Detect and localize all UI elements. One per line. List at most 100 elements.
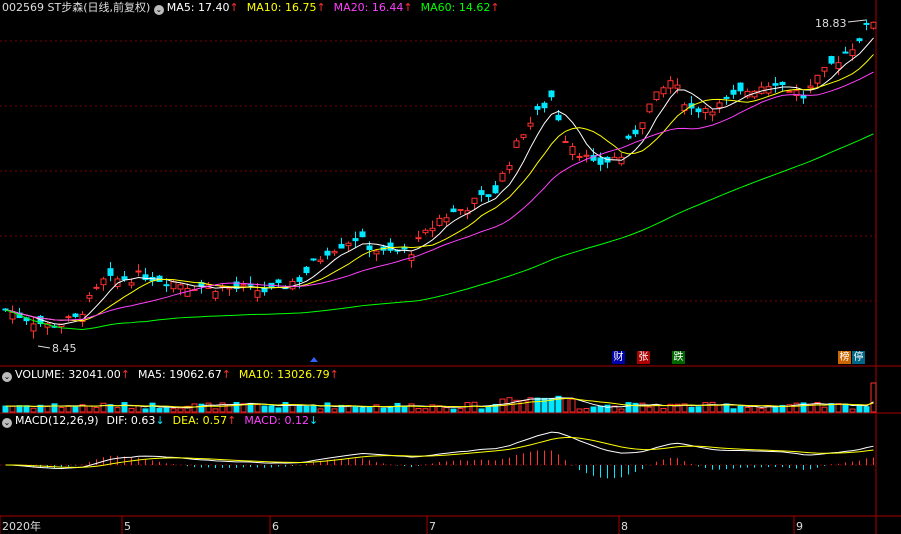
volume-bar [401, 405, 408, 413]
volume-bar [870, 382, 877, 413]
volume-bar [296, 404, 303, 413]
volume-bar [583, 408, 590, 413]
volume-bar [65, 405, 72, 413]
event-marker[interactable]: 财 [612, 351, 625, 364]
volume-bar [177, 407, 184, 413]
event-marker[interactable]: 跌 [672, 351, 685, 364]
ma60-line [5, 133, 874, 331]
candle-body [65, 316, 72, 319]
candle-body [492, 185, 499, 194]
candle-body [695, 108, 702, 113]
volume-bar [331, 408, 338, 413]
volume-bar [408, 403, 415, 413]
price-ma-arrow: ↑ [403, 1, 413, 14]
candle-body [359, 231, 366, 238]
x-tick-label: 8 [621, 520, 628, 533]
candle-body [870, 21, 877, 29]
candle-body [254, 290, 261, 298]
candle-body [212, 290, 219, 299]
volume-ma10-line [5, 398, 874, 408]
volume-bar [387, 406, 394, 413]
volume-bar [709, 401, 716, 413]
candle-body [653, 91, 660, 101]
volume-bar [205, 402, 212, 413]
collapse-icon[interactable]: ⌄ [2, 418, 12, 428]
volume-bar [660, 407, 667, 413]
stock-title: 002569 ST步森 [2, 1, 84, 14]
x-tick-label: 2020年 [2, 519, 41, 533]
volume-bar [688, 407, 695, 413]
candle-body [534, 106, 541, 110]
macd-item: DIF: 0.63↓ [107, 414, 165, 427]
candle-body [807, 85, 814, 89]
candle-body [779, 81, 786, 86]
candle-body [632, 129, 639, 135]
volume-bar [842, 403, 849, 413]
event-marker[interactable]: 榜 [838, 351, 851, 364]
candle-body [450, 208, 457, 213]
candle-body [723, 96, 730, 99]
event-marker[interactable]: 停 [852, 351, 865, 364]
candle-body [548, 90, 555, 98]
collapse-icon[interactable]: ⌄ [2, 372, 12, 382]
volume-bar [310, 405, 317, 413]
price-header: 002569 ST步森(日线,前复权) ⌄ MA5: 17.40↑ MA10: 16… [2, 1, 500, 15]
macd-value: DIF: 0.63 [106, 414, 156, 427]
macd-item: MACD(12,26,9) [15, 414, 99, 427]
volume-bar [142, 408, 149, 413]
candle-body [597, 157, 604, 165]
volume-ma-value: VOLUME: 32041.00 [15, 368, 121, 381]
volume-bar [576, 408, 583, 413]
volume-ma-arrow: ↑ [329, 368, 339, 381]
volume-bar [702, 402, 709, 413]
price-ma-item: MA60: 14.62↑ [421, 1, 500, 14]
volume-bar [170, 408, 177, 413]
candle-body [583, 154, 590, 157]
price-ma-value: MA20: 16.44 [333, 1, 404, 14]
collapse-icon[interactable]: ⌄ [153, 5, 164, 15]
volume-ma-item: VOLUME: 32041.00↑ [15, 368, 130, 381]
candle-body [835, 62, 842, 70]
volume-bar [569, 398, 576, 413]
candle-body [786, 90, 793, 93]
volume-bar [51, 403, 58, 413]
volume-bar [359, 407, 366, 413]
ma10-line [5, 54, 874, 322]
volume-bar [415, 407, 422, 413]
x-tick-label: 9 [796, 520, 803, 533]
macd-header: ⌄ MACD(12,26,9) DIF: 0.63↓ DEA: 0.57↑ MACD: … [2, 414, 318, 428]
price-ma-legend: MA5: 17.40↑ MA10: 16.75↑ MA20: 16.44↑ MA60:… [167, 1, 500, 14]
volume-bar [625, 402, 632, 413]
volume-bar [457, 407, 464, 413]
volume-bar [730, 408, 737, 413]
macd-arrow: ↓ [309, 414, 319, 427]
stock-chart[interactable]: 18.83 8.45 2020年 5 6 7 8 9 [0, 0, 901, 534]
volume-bar [478, 408, 485, 413]
candle-body [674, 84, 681, 89]
macd-value: DEA: 0.57 [172, 414, 228, 427]
macd-legend: MACD(12,26,9) DIF: 0.63↓ DEA: 0.57↑ MACD: 0… [15, 414, 318, 427]
candle-body [93, 286, 100, 289]
low-price-label: 8.45 [52, 342, 77, 355]
volume-bar [618, 408, 625, 413]
volume-bar [93, 406, 100, 413]
candle-body [86, 294, 93, 299]
event-marker[interactable]: 张 [637, 351, 650, 364]
candle-body [107, 268, 114, 276]
candle-body [478, 190, 485, 196]
candle-body [317, 259, 324, 263]
candle-body [240, 284, 247, 287]
volume-bar [443, 407, 450, 413]
candle-body [443, 217, 450, 223]
candle-body [338, 243, 345, 249]
x-tick-label: 5 [124, 520, 131, 533]
volume-bar [653, 404, 660, 413]
candle-body [702, 108, 709, 113]
candle-body [170, 281, 177, 290]
volume-bar [268, 405, 275, 413]
candle-body [436, 217, 443, 226]
candle-body [541, 102, 548, 109]
price-ma-arrow: ↑ [316, 1, 326, 14]
volume-legend: VOLUME: 32041.00↑ MA5: 19062.67↑ MA10: 130… [15, 368, 339, 381]
macd-item: DEA: 0.57↑ [173, 414, 237, 427]
